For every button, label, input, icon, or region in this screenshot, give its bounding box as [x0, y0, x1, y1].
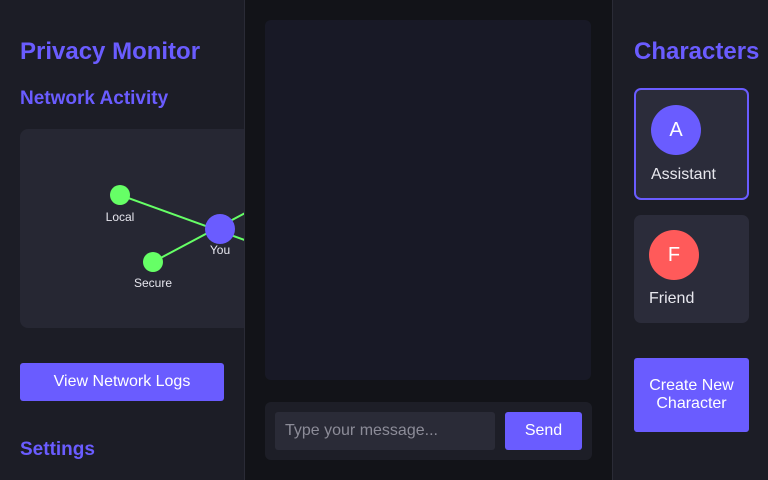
character-card-friend[interactable]: F Friend [634, 215, 749, 323]
character-name: Friend [649, 290, 695, 307]
network-activity-graph: Local Secure You [20, 129, 244, 328]
send-button[interactable]: Send [505, 412, 582, 450]
node-secure [143, 252, 163, 272]
node-label-local: Local [106, 210, 135, 224]
node-local [110, 185, 130, 205]
node-label-you: You [210, 243, 230, 257]
message-input[interactable] [275, 412, 495, 450]
network-activity-heading: Network Activity [20, 88, 169, 109]
message-composer: Send [265, 402, 592, 460]
node-you [205, 214, 235, 244]
characters-sidebar: Characters A Assistant F Friend Create N… [612, 0, 768, 480]
privacy-monitor-sidebar: Privacy Monitor Network Activity Local S… [0, 0, 245, 480]
create-new-character-button[interactable]: Create New Character [634, 358, 749, 432]
view-network-logs-button[interactable]: View Network Logs [20, 363, 224, 401]
message-area[interactable] [265, 20, 591, 380]
settings-heading: Settings [20, 439, 95, 460]
character-name: Assistant [651, 166, 716, 183]
privacy-monitor-title: Privacy Monitor [20, 38, 201, 65]
chat-panel: Send [245, 0, 612, 480]
node-label-secure: Secure [134, 276, 172, 290]
avatar: F [649, 230, 699, 280]
character-card-assistant[interactable]: A Assistant [634, 88, 749, 200]
characters-title: Characters [634, 38, 760, 65]
app-window: Privacy Monitor Network Activity Local S… [0, 0, 768, 480]
avatar: A [651, 105, 701, 155]
